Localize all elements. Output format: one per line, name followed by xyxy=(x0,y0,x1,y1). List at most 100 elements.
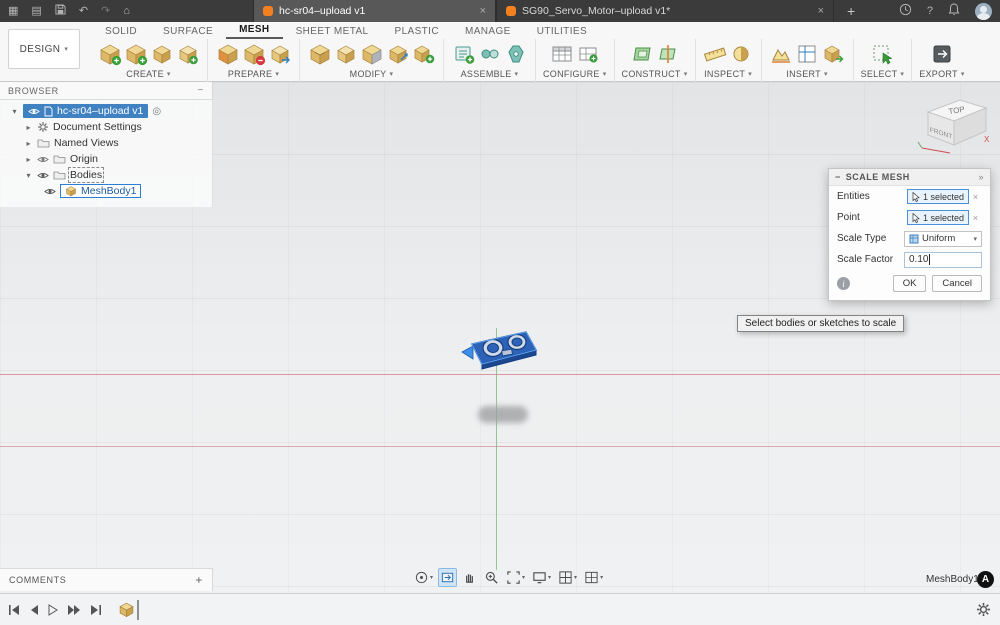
autodesk-logo-badge[interactable]: A xyxy=(977,571,994,588)
repair-mesh-icon[interactable] xyxy=(241,42,266,67)
ok-button[interactable]: OK xyxy=(892,275,927,292)
construction-axis-icon[interactable] xyxy=(655,42,680,67)
construction-plane-icon[interactable] xyxy=(629,42,654,67)
scale-mesh-feature-icon[interactable] xyxy=(118,601,135,618)
caret-open-icon[interactable]: ▾ xyxy=(24,171,33,180)
measure-icon[interactable] xyxy=(703,42,728,67)
close-tab-icon[interactable]: × xyxy=(810,5,824,17)
caret-open-icon[interactable]: ▾ xyxy=(10,107,19,116)
remesh-icon[interactable] xyxy=(307,42,332,67)
dialog-expand-icon[interactable]: » xyxy=(978,172,984,182)
scale-mesh-icon[interactable] xyxy=(385,42,410,67)
info-icon[interactable]: i xyxy=(837,277,850,290)
comments-panel[interactable]: COMMENTS + xyxy=(0,568,213,591)
skip-to-start-icon[interactable] xyxy=(8,604,20,616)
reduce-mesh-icon[interactable] xyxy=(267,42,292,67)
visibility-eye-icon[interactable] xyxy=(37,171,49,180)
history-clock-icon[interactable] xyxy=(899,3,912,19)
document-tab-inactive[interactable]: SG90_Servo_Motor–upload v1* × xyxy=(496,0,834,22)
new-tab-icon[interactable]: + xyxy=(847,3,855,19)
fit-view-icon[interactable]: ▾ xyxy=(504,568,527,587)
close-tab-icon[interactable]: × xyxy=(472,5,486,17)
visibility-eye-icon[interactable] xyxy=(37,155,49,164)
timeline-settings-gear-icon[interactable] xyxy=(976,602,991,622)
tab-sheet-metal[interactable]: SHEET METAL xyxy=(283,24,382,39)
tree-row-origin[interactable]: ▸ Origin xyxy=(0,151,212,167)
entities-selection-button[interactable]: 1 selected xyxy=(906,189,969,204)
create-mesh-icon[interactable] xyxy=(97,42,122,67)
redo-icon[interactable]: ↷ xyxy=(101,5,110,17)
tab-manage[interactable]: MANAGE xyxy=(452,24,524,39)
activate-component-icon[interactable]: ◎ xyxy=(152,106,161,117)
group-label-assemble[interactable]: ASSEMBLE ▾ xyxy=(461,69,519,79)
user-avatar[interactable] xyxy=(975,2,992,20)
add-comment-icon[interactable]: + xyxy=(195,573,203,587)
dialog-header[interactable]: − SCALE MESH » xyxy=(829,169,990,186)
look-at-icon[interactable] xyxy=(438,568,458,587)
group-label-inspect[interactable]: INSPECT ▾ xyxy=(704,69,752,79)
tab-surface[interactable]: SURFACE xyxy=(150,24,226,39)
tree-row-root[interactable]: ▾ hc-sr04–upload v1 ◎ xyxy=(0,103,212,119)
scale-factor-input[interactable]: 0.10 xyxy=(904,251,982,268)
tab-utilities[interactable]: UTILITIES xyxy=(524,24,600,39)
clear-selection-icon[interactable]: × xyxy=(969,213,982,223)
viewports-icon[interactable]: ▾ xyxy=(582,568,605,587)
mesh-body-hcsr04[interactable] xyxy=(460,326,542,382)
clear-selection-icon[interactable]: × xyxy=(969,192,982,202)
generate-face-groups-icon[interactable] xyxy=(215,42,240,67)
tree-row-named-views[interactable]: ▸ Named Views xyxy=(0,135,212,151)
select-tool-icon[interactable] xyxy=(870,42,895,67)
pan-hand-icon[interactable] xyxy=(460,568,479,587)
smooth-mesh-icon[interactable] xyxy=(333,42,358,67)
tab-mesh[interactable]: MESH xyxy=(226,22,283,39)
undo-icon[interactable]: ↶ xyxy=(79,5,88,17)
caret-closed-icon[interactable]: ▸ xyxy=(24,139,33,148)
document-tab-active[interactable]: hc-sr04–upload v1 × xyxy=(253,0,496,22)
collapse-panel-icon[interactable]: − xyxy=(198,85,204,96)
group-label-create[interactable]: CREATE ▾ xyxy=(126,69,170,79)
group-label-modify[interactable]: MODIFY ▾ xyxy=(350,69,394,79)
tab-solid[interactable]: SOLID xyxy=(92,24,150,39)
erase-and-fill-icon[interactable] xyxy=(359,42,384,67)
display-settings-icon[interactable]: ▾ xyxy=(530,568,553,587)
configure-feature-icon[interactable] xyxy=(575,42,600,67)
step-forward-icon[interactable] xyxy=(67,604,81,616)
tab-plastic[interactable]: PLASTIC xyxy=(382,24,452,39)
scale-type-dropdown[interactable]: Uniform ▾ xyxy=(904,230,982,247)
group-label-export[interactable]: EXPORT ▾ xyxy=(919,69,964,79)
viewcube[interactable]: TOP FRONT X xyxy=(916,90,996,156)
visibility-eye-icon[interactable] xyxy=(44,187,56,196)
zoom-icon[interactable] xyxy=(482,568,501,587)
insert-svg-icon[interactable] xyxy=(795,42,820,67)
app-menu-icon[interactable]: ▦ xyxy=(8,5,18,17)
caret-closed-icon[interactable]: ▸ xyxy=(24,123,33,132)
insert-mesh-icon[interactable] xyxy=(123,42,148,67)
joint-origin-icon[interactable] xyxy=(503,42,528,67)
group-label-select[interactable]: SELECT ▾ xyxy=(861,69,905,79)
group-label-prepare[interactable]: PREPARE ▾ xyxy=(228,69,279,79)
export-icon[interactable] xyxy=(929,42,954,67)
cancel-button[interactable]: Cancel xyxy=(932,275,982,292)
section-analysis-icon[interactable] xyxy=(729,42,754,67)
save-icon[interactable] xyxy=(55,4,66,18)
file-menu-icon[interactable]: ▤ xyxy=(31,5,41,17)
configuration-table-icon[interactable] xyxy=(549,42,574,67)
insert-canvas-icon[interactable] xyxy=(769,42,794,67)
timeline-feature-marker[interactable] xyxy=(118,599,139,620)
timeline-position-marker[interactable] xyxy=(137,599,139,620)
group-label-construct[interactable]: CONSTRUCT ▾ xyxy=(622,69,688,79)
grid-snaps-icon[interactable]: ▾ xyxy=(556,568,579,587)
step-back-icon[interactable] xyxy=(29,604,39,616)
browser-header[interactable]: BROWSER − xyxy=(0,82,213,100)
tree-row-document-settings[interactable]: ▸ Document Settings xyxy=(0,119,212,135)
workspace-switcher-design[interactable]: DESIGN ▾ xyxy=(8,29,80,69)
help-icon[interactable]: ? xyxy=(927,5,933,17)
play-icon[interactable] xyxy=(48,603,58,616)
tree-row-meshbody1[interactable]: MeshBody1 xyxy=(0,183,212,199)
meshbody-selected-highlight[interactable]: MeshBody1 xyxy=(60,184,142,198)
point-selection-button[interactable]: 1 selected xyxy=(906,210,969,225)
skip-to-end-icon[interactable] xyxy=(90,604,102,616)
orbit-icon[interactable]: ▾ xyxy=(412,568,435,587)
insert-derive-icon[interactable] xyxy=(821,42,846,67)
caret-closed-icon[interactable]: ▸ xyxy=(24,155,33,164)
